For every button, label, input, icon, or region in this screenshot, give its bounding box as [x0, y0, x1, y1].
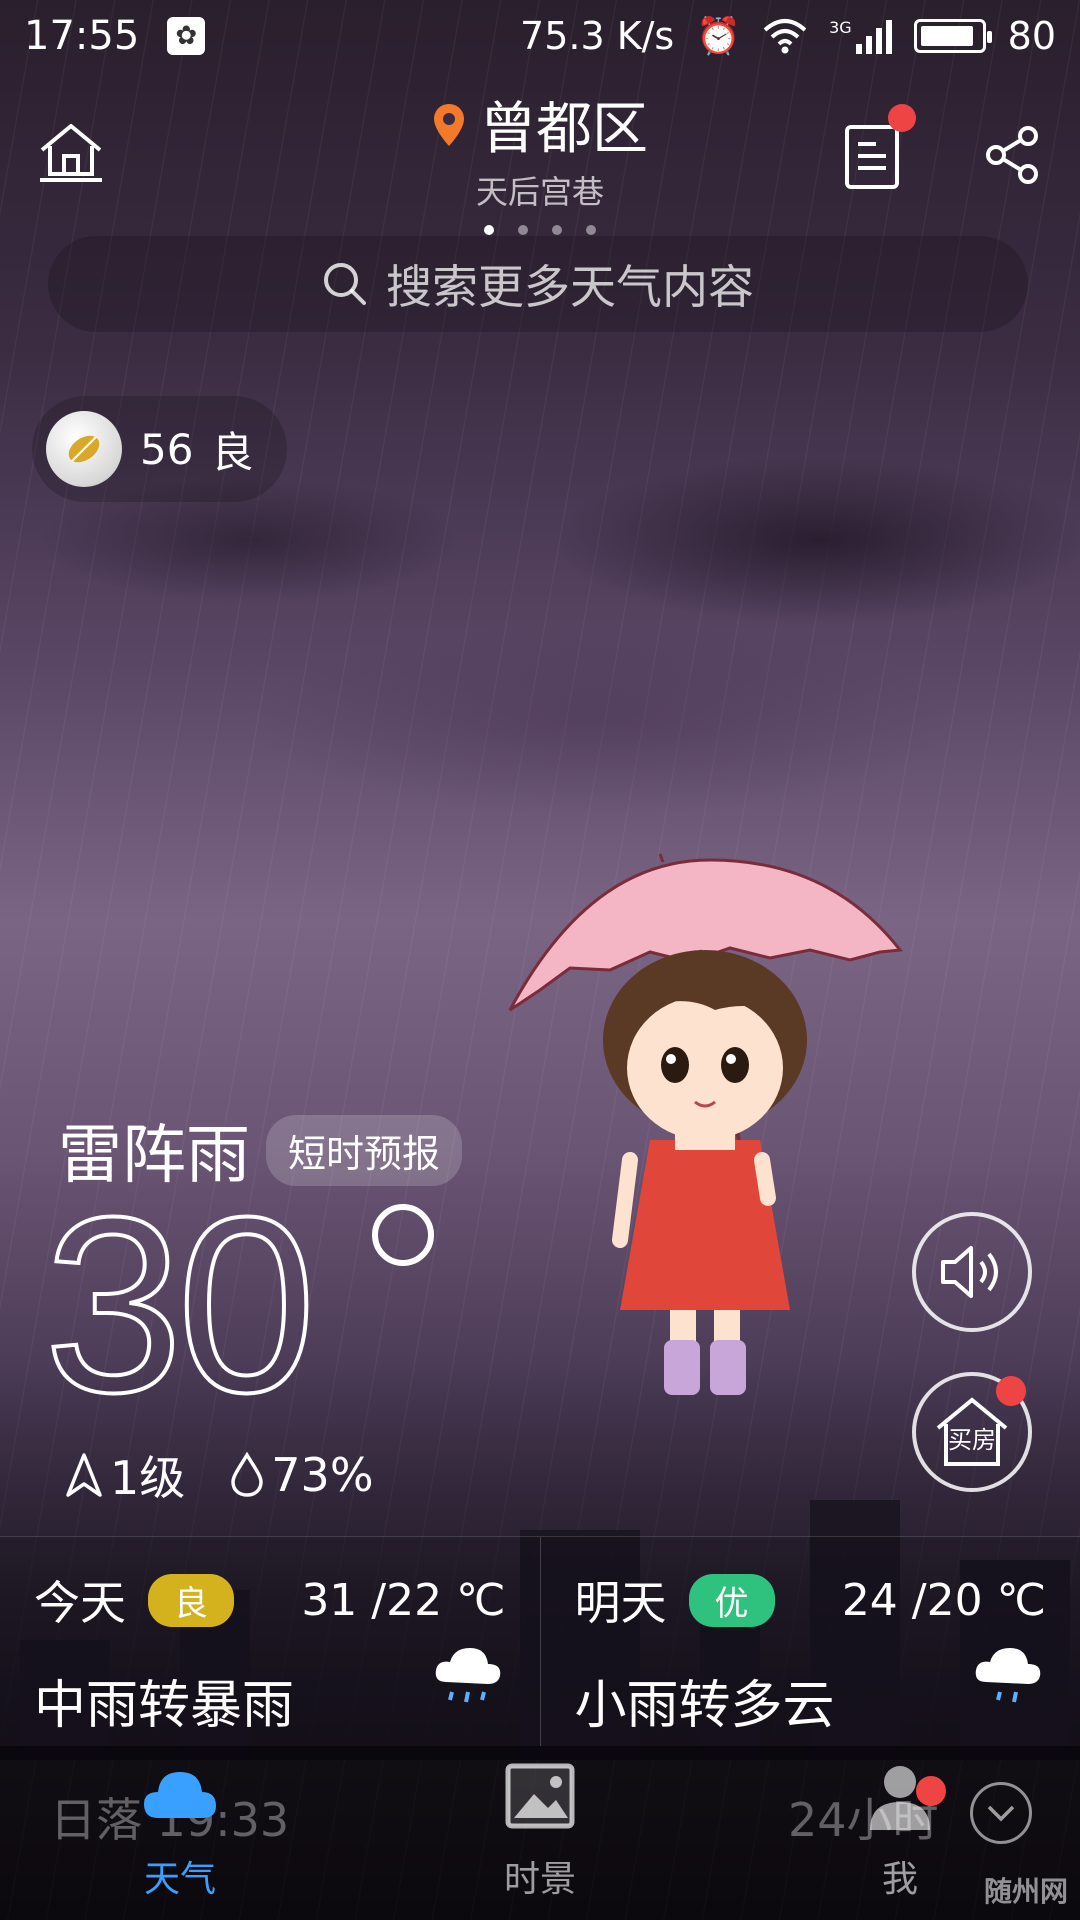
tab-me[interactable]: 我: [800, 1746, 1000, 1920]
search-icon: [324, 263, 366, 305]
forecast-tomorrow[interactable]: 明天 优 24 /20 ℃ 小雨转多云: [539, 1537, 1080, 1746]
droplet-icon: [231, 1452, 264, 1497]
wifi-icon: [763, 19, 807, 54]
forecast-temp: 24 /20 ℃: [841, 1574, 1046, 1626]
rain-cloud-icon: [975, 1648, 1041, 1703]
notification-dot: [916, 1776, 946, 1806]
status-time: 17:55: [24, 13, 140, 59]
forecast-temp: 31 /22 ℃: [301, 1574, 506, 1626]
page-dot: [484, 225, 494, 235]
watermark: 随州网: [983, 1875, 1068, 1908]
voice-broadcast-button[interactable]: [912, 1212, 1032, 1332]
tab-label: 天气: [143, 1859, 216, 1900]
tab-label: 时景: [503, 1859, 576, 1900]
page-indicator: [0, 225, 1080, 235]
location-subtitle: 天后宫巷: [475, 173, 604, 211]
leaf-icon: [46, 411, 122, 487]
search-bar[interactable]: 搜索更多天气内容: [48, 236, 1028, 332]
picture-icon: [505, 1763, 575, 1829]
location-block[interactable]: 曾都区 天后宫巷: [0, 84, 1080, 235]
bottom-navigation: 日落 19:33 24小时 天气 时景 我 随州网: [0, 1746, 1080, 1920]
location-pin-icon: [434, 103, 464, 146]
tab-scene[interactable]: 时景: [440, 1746, 640, 1920]
daily-forecast: 今天 良 31 /22 ℃ 中雨转暴雨 明天 优 24 /20 ℃ 小雨转多云: [0, 1536, 1080, 1746]
battery-level: 80: [1007, 14, 1056, 58]
rain-cloud-icon: [435, 1648, 500, 1703]
battery-icon: [913, 19, 992, 53]
forecast-today[interactable]: 今天 良 31 /22 ℃ 中雨转暴雨: [0, 1537, 540, 1746]
news-button[interactable]: [844, 104, 916, 190]
page-dot: [552, 225, 562, 235]
degree-symbol: [372, 1204, 434, 1266]
aqi-badge: 良: [148, 1573, 234, 1627]
humidity-value: 73%: [271, 1448, 374, 1502]
notification-dot: [888, 104, 916, 132]
aqi-value: 56: [140, 424, 194, 474]
buy-house-button[interactable]: 买房: [912, 1372, 1032, 1492]
network-type: 3G: [829, 18, 852, 37]
tab-label: 我: [881, 1859, 918, 1900]
header: 曾都区 天后宫巷: [0, 80, 1080, 235]
wind-item: 1级: [64, 1442, 185, 1508]
buy-house-label: 买房: [948, 1426, 996, 1454]
search-placeholder: 搜索更多天气内容: [386, 260, 754, 314]
tab-weather[interactable]: 天气: [80, 1746, 280, 1920]
news-icon: [845, 125, 899, 189]
alarm-icon: ⏰: [696, 16, 742, 57]
notification-dot: [996, 1376, 1026, 1406]
share-icon[interactable]: [984, 124, 1040, 186]
current-meta: 1级 73%: [64, 1442, 374, 1508]
location-title: 曾都区: [480, 97, 648, 162]
aqi-badge: 优: [688, 1573, 775, 1627]
wind-level: 1级: [110, 1451, 186, 1505]
status-bar: 17:55 ✿ 75.3 K/s ⏰ 3G 80: [0, 0, 1080, 72]
page-dot: [586, 225, 596, 235]
signal-icon: 3G: [829, 18, 892, 54]
aqi-chip[interactable]: 56 良: [32, 396, 288, 502]
humidity-item: 73%: [229, 1448, 374, 1502]
page-dot: [518, 225, 528, 235]
cloud-icon: [144, 1772, 216, 1818]
wind-icon: [66, 1453, 102, 1497]
aqi-level: 良: [211, 427, 254, 477]
network-speed: 75.3 K/s: [520, 14, 675, 58]
app-notification-icon: ✿: [167, 17, 206, 55]
forecast-day: 明天: [574, 1576, 667, 1630]
forecast-day: 今天: [34, 1576, 126, 1630]
speaker-icon: [941, 1246, 998, 1298]
cartoon-girl-umbrella-illustration: [508, 853, 903, 1395]
current-temperature: 30: [42, 1165, 318, 1444]
